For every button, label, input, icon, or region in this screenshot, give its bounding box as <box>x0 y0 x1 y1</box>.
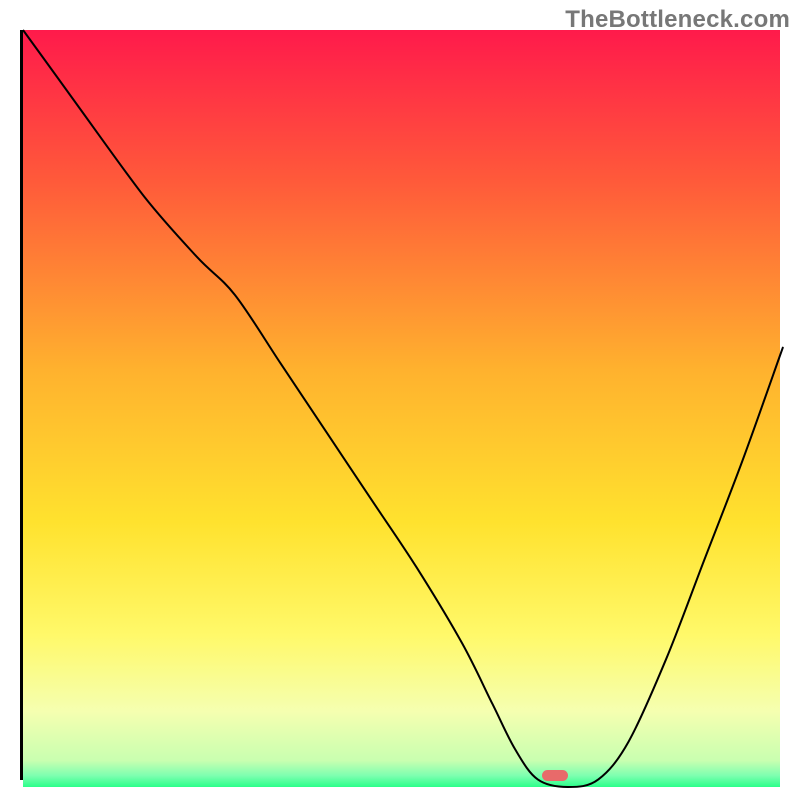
chart-area <box>20 30 780 780</box>
chart-curve <box>23 30 780 787</box>
watermark-text: TheBottleneck.com <box>565 6 790 34</box>
optimal-marker <box>542 770 567 781</box>
